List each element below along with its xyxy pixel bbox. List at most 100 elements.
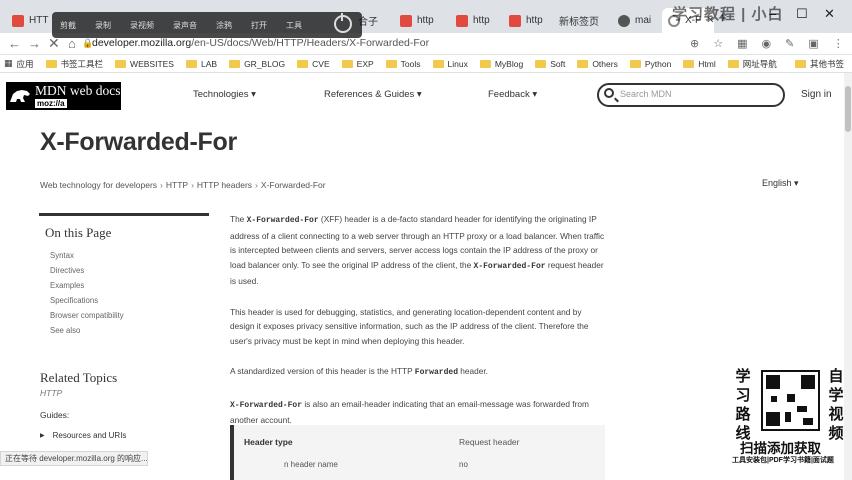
bookmark-folder[interactable]: 网址导航: [727, 58, 777, 70]
capture-tool[interactable]: 涂鸦: [216, 20, 232, 31]
browser-tab[interactable]: mai: [612, 8, 658, 33]
bookmark-folder[interactable]: EXP: [341, 59, 374, 69]
capture-tool[interactable]: 录制: [95, 20, 111, 31]
bookmark-folder[interactable]: CVE: [297, 58, 330, 69]
folder-icon: [479, 59, 491, 68]
bookmark-folder[interactable]: Tools: [385, 59, 421, 69]
toc-item[interactable]: Specifications: [50, 293, 124, 308]
star-icon[interactable]: ☆: [713, 37, 723, 50]
toc-item[interactable]: Syntax: [50, 248, 124, 263]
extension-icon[interactable]: ▣: [808, 37, 818, 50]
nav-references-guides[interactable]: References & Guides ▾: [324, 89, 422, 100]
capture-tool[interactable]: 录视频: [130, 20, 154, 31]
extension-icon[interactable]: ▦: [737, 37, 747, 50]
bookmark-folder[interactable]: 书签工具栏: [45, 58, 103, 70]
tab-label: http: [473, 15, 490, 26]
extension-icon[interactable]: ✎: [785, 37, 794, 50]
qr-code-icon: [761, 370, 820, 431]
capture-tool[interactable]: 工具: [286, 20, 302, 31]
bookmark-label: 其他书签: [809, 59, 844, 69]
tab-label: 新标签页: [559, 17, 599, 28]
forward-icon[interactable]: →: [28, 36, 41, 51]
extension-icon[interactable]: ◉: [762, 37, 772, 50]
folder-icon: [727, 59, 739, 68]
home-icon[interactable]: ⌂: [68, 36, 76, 51]
bookmark-apps[interactable]: ▦ 应用: [4, 58, 34, 70]
toc-title: On this Page: [45, 225, 112, 240]
nav-technologies[interactable]: Technologies ▾: [193, 89, 256, 100]
bookmark-folder[interactable]: GR_BLOG: [229, 59, 285, 69]
signin-link[interactable]: Sign in: [801, 89, 832, 100]
other-bookmarks[interactable]: 其他书签: [794, 58, 844, 70]
breadcrumb-link[interactable]: HTTP headers: [197, 180, 252, 190]
related-topics-title: Related Topics: [40, 370, 118, 385]
translate-icon[interactable]: ⊕: [690, 37, 699, 50]
scrollbar-thumb[interactable]: [845, 86, 851, 132]
paragraph-intro: The X-Forwarded-For (XFF) header is a de…: [230, 212, 605, 289]
folder-icon: [629, 59, 641, 68]
related-topics-http-link[interactable]: HTTP: [40, 388, 62, 398]
breadcrumb-link[interactable]: HTTP: [166, 180, 188, 190]
browser-tab[interactable]: http: [503, 8, 551, 33]
browser-tab[interactable]: http: [450, 8, 500, 33]
code-header-name[interactable]: X-Forwarded-For: [474, 262, 546, 271]
bookmark-folder[interactable]: Linux: [432, 59, 468, 69]
folder-icon: [297, 59, 309, 68]
toc-item[interactable]: Browser compatibility: [50, 308, 124, 323]
toc-item[interactable]: Directives: [50, 263, 124, 278]
back-icon[interactable]: ←: [8, 36, 21, 51]
mdn-logo[interactable]: MDN web docs moz://a: [6, 82, 121, 110]
language-select[interactable]: English ▾: [762, 178, 799, 189]
folder-icon: [115, 59, 127, 68]
breadcrumb-separator-icon: ›: [255, 180, 258, 190]
bookmark-folder[interactable]: Html: [683, 59, 716, 69]
power-icon[interactable]: [334, 13, 352, 33]
bookmark-folder[interactable]: Python: [629, 58, 672, 69]
guide-item[interactable]: ▶ Resources and URIs: [40, 431, 126, 440]
dinosaur-icon: [10, 90, 30, 102]
folder-icon: [577, 59, 589, 68]
browser-tab[interactable]: http: [394, 8, 446, 33]
folder-icon: [794, 60, 806, 68]
logo-org-text: moz://a: [35, 99, 67, 108]
table-cell-value[interactable]: Request header: [459, 437, 520, 447]
bookmark-label: CVE: [312, 58, 330, 69]
bookmark-label: Python: [644, 58, 672, 69]
nav-feedback[interactable]: Feedback ▾: [488, 89, 537, 100]
search-input[interactable]: Search MDN: [597, 83, 785, 107]
bookmark-folder[interactable]: Others: [577, 59, 618, 69]
capture-tool[interactable]: 打开: [251, 20, 267, 31]
maximize-icon[interactable]: ☐: [796, 6, 808, 22]
breadcrumb-link[interactable]: Web technology for developers: [40, 180, 157, 190]
capture-tool[interactable]: 录声音: [173, 20, 197, 31]
bookmark-label: LAB: [200, 58, 218, 69]
breadcrumb-separator-icon: ›: [160, 180, 163, 190]
ad-char: 视: [828, 406, 844, 423]
paragraph-privacy: This header is used for debugging, stati…: [230, 306, 589, 346]
toc-item[interactable]: See also: [50, 323, 124, 338]
capture-tool[interactable]: 剪截: [60, 20, 76, 31]
bookmark-folder[interactable]: LAB: [185, 58, 218, 69]
table-cell-label[interactable]: n header name: [284, 460, 338, 469]
browser-tab[interactable]: 新标签页: [553, 8, 610, 33]
bookmark-folder[interactable]: WEBSITES: [115, 59, 174, 69]
toc-item[interactable]: Examples: [50, 278, 124, 293]
url-input[interactable]: developer.mozilla.org/en-US/docs/Web/HTT…: [92, 37, 429, 49]
browser-tab[interactable]: HTT: [6, 8, 58, 33]
tab-label: HTT: [29, 15, 49, 26]
close-window-icon[interactable]: ✕: [824, 6, 835, 22]
ad-char: 学: [735, 368, 751, 385]
tab-favicon-icon: [400, 14, 412, 27]
code-header-name[interactable]: X-Forwarded-For: [247, 216, 319, 225]
code-forwarded-link[interactable]: Forwarded: [415, 368, 458, 377]
ad-char: 习: [735, 387, 751, 404]
sidebar-divider: [39, 213, 209, 216]
table-cell-label: Header type: [244, 437, 293, 447]
guides-label: Guides:: [40, 410, 70, 420]
bookmark-folder[interactable]: MyBlog: [479, 59, 523, 69]
folder-icon: [535, 59, 547, 68]
header-properties-table: Header type Request header n header name…: [230, 425, 605, 480]
menu-icon[interactable]: ⋮: [833, 37, 844, 50]
paragraph-standard: A standardized version of this header is…: [230, 364, 605, 381]
bookmark-folder[interactable]: Soft: [535, 59, 565, 69]
